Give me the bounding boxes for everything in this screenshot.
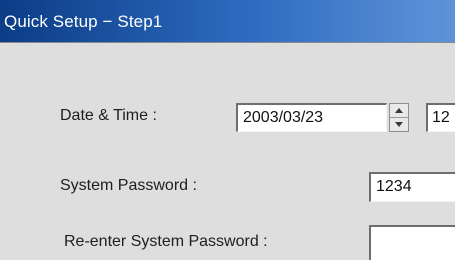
reenter-password-label: Re-enter System Password : — [64, 233, 268, 250]
title-bar[interactable]: Quick Setup − Step1 — [0, 0, 455, 43]
spinner-up-button[interactable] — [390, 104, 408, 118]
reenter-password-field[interactable] — [369, 225, 455, 260]
quick-setup-window: Quick Setup − Step1 Date & Time : 2003/0… — [0, 0, 455, 260]
arrow-down-icon — [395, 122, 403, 127]
system-password-label: System Password : — [60, 177, 197, 194]
date-spinner[interactable] — [389, 103, 409, 132]
system-password-field[interactable]: 1234 — [369, 172, 455, 202]
spinner-down-button[interactable] — [390, 118, 408, 131]
window-title: Quick Setup − Step1 — [4, 12, 163, 31]
date-field[interactable]: 2003/03/23 — [236, 103, 387, 132]
date-time-label: Date & Time : — [60, 107, 157, 124]
time-field[interactable]: 12 — [426, 103, 455, 132]
arrow-up-icon — [395, 108, 403, 113]
